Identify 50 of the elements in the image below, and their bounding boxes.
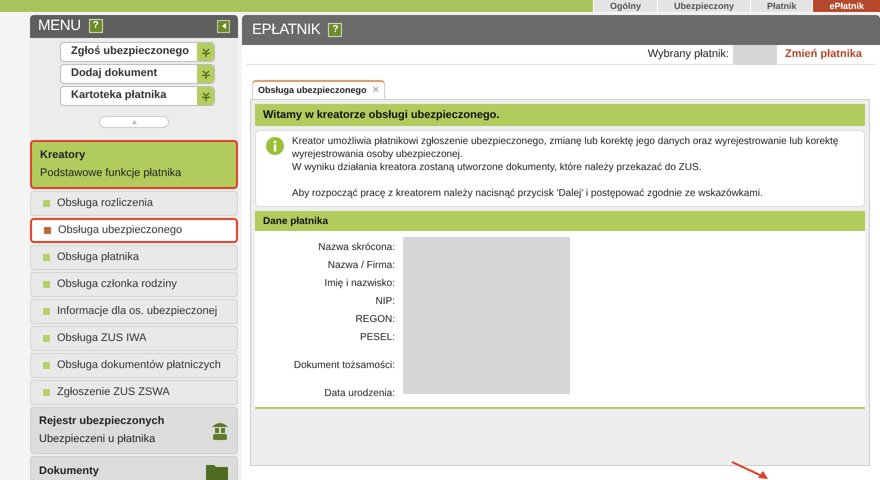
payer-label: Wybrany płatnik:: [648, 47, 729, 62]
section-header: Dane płatnika: [255, 211, 865, 231]
menu-section[interactable]: Dokumenty: [30, 456, 238, 480]
top-tab[interactable]: Płatnik: [750, 0, 812, 12]
help-button[interactable]: ?: [88, 19, 103, 34]
quick-button[interactable]: Zgłoś ubezpieczonego: [60, 42, 215, 62]
quick-button[interactable]: Dodaj dokument: [60, 64, 215, 84]
top-tab[interactable]: Ubezpieczony: [656, 0, 750, 12]
section-title: Kreatory: [40, 148, 86, 162]
field-label: Imię i nazwisko:: [324, 277, 395, 291]
change-payer-link[interactable]: Zmień płatnika: [784, 46, 862, 63]
document-tab[interactable]: Obsługa ubezpieczonego ×: [252, 80, 385, 99]
arrow-drawing: [730, 460, 770, 480]
section-title: Rejestr ubezpieczonych: [39, 414, 166, 428]
quick-button[interactable]: Kartoteka płatnika: [60, 86, 215, 106]
sprout-icon: [200, 46, 212, 58]
field-label: PESEL:: [360, 331, 395, 345]
field-label: Dokument tożsamości:: [294, 359, 395, 373]
section-title: Dokumenty: [39, 464, 100, 480]
welcome-bar: Witamy w kreatorze obsługi ubezpieczonego.: [255, 104, 865, 126]
menu-item[interactable]: Obsługa ubezpieczonego: [30, 218, 238, 242]
section-subtitle: Podstawowe funkcje płatnika: [40, 166, 182, 181]
top-tab[interactable]: Ogólny: [592, 0, 657, 12]
info-text: W wyniku działania kreatora zostaną utworzone dokumenty, które należy przekazać do ZUS.: [292, 161, 702, 174]
section-subtitle: Ubezpieczeni u płatnika: [39, 432, 156, 447]
info-text: Kreator umożliwia płatnikowi zgłoszenie ubezpieczonego, zmianę lub korektę jego danych oraz wyrejestrowanie lub korektę wyrejestrowania osoby ubezpieczonej.: [292, 135, 840, 161]
menu-item[interactable]: Obsługa ZUS IWA: [30, 326, 238, 350]
menu-title: MENU: [38, 16, 81, 36]
menu-section[interactable]: Rejestr ubezpieczonych Ubezpieczeni u płatnika: [30, 406, 238, 454]
info-icon: [266, 137, 284, 155]
field-label: NIP:: [376, 295, 395, 309]
info-text: Aby rozpocząć pracę z kreatorem należy nacisnąć przycisk 'Dalej' i postępować zgodnie ze wskazówkami.: [292, 187, 764, 200]
collapse-icon[interactable]: [217, 20, 230, 33]
menu-item[interactable]: Zgłoszenie ZUS ZSWA: [30, 380, 238, 404]
field-label: Data urodzenia:: [324, 387, 395, 401]
caret-up-icon: [132, 120, 136, 124]
sprout-icon: [200, 90, 212, 102]
field-label: Nazwa / Firma:: [328, 259, 395, 273]
menu-item[interactable]: Obsługa płatnika: [30, 244, 238, 270]
field-label: REGON:: [356, 313, 395, 327]
field-label: Nazwa skrócona:: [318, 241, 395, 255]
main-title: EPŁATNIK: [252, 20, 320, 40]
menu-item[interactable]: Obsługa rozliczenia: [30, 190, 238, 216]
menu-section[interactable]: Kreatory Podstawowe funkcje płatnika: [30, 140, 238, 188]
help-button[interactable]: ?: [328, 23, 342, 37]
menu-item[interactable]: Informacje dla os. ubezpieczonej: [30, 298, 238, 324]
menu-item[interactable]: Obsługa dokumentów płatniczych: [30, 352, 238, 378]
top-tab[interactable]: ePłatnik: [812, 0, 880, 12]
sprout-icon: [200, 68, 212, 80]
menu-item[interactable]: Obsługa członka rodziny: [30, 272, 238, 296]
